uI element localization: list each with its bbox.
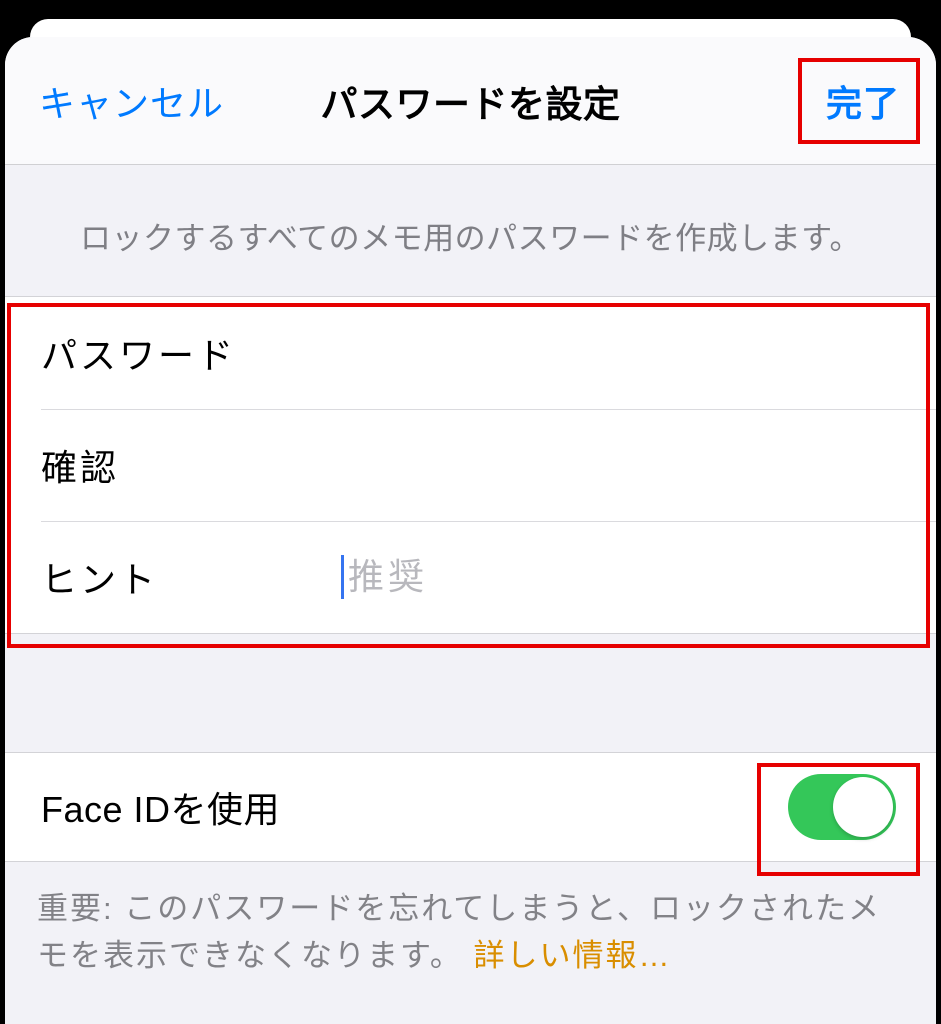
password-form: パスワード 確認 ヒント <box>5 296 936 634</box>
footer-note: 重要: このパスワードを忘れてしまうと、ロックされたメモを表示できなくなります。… <box>5 862 936 979</box>
cancel-button[interactable]: キャンセル <box>39 75 224 127</box>
hint-label: ヒント <box>41 551 341 603</box>
verify-input[interactable] <box>341 444 900 486</box>
faceid-label: Face IDを使用 <box>41 781 280 833</box>
section-description: ロックするすべてのメモ用のパスワードを作成します。 <box>5 165 936 296</box>
faceid-toggle[interactable] <box>788 774 896 840</box>
hint-input[interactable] <box>348 556 900 598</box>
password-input[interactable] <box>341 332 900 374</box>
navbar: キャンセル パスワードを設定 完了 <box>5 37 936 165</box>
hint-row[interactable]: ヒント <box>5 521 936 633</box>
password-label: パスワード <box>41 327 341 379</box>
faceid-row: Face IDを使用 <box>5 753 936 861</box>
footer-text: 重要: このパスワードを忘れてしまうと、ロックされたメモを表示できなくなります。 <box>37 891 881 973</box>
set-password-sheet: キャンセル パスワードを設定 完了 ロックするすべてのメモ用のパスワードを作成し… <box>5 37 936 1024</box>
more-info-link[interactable]: 詳しい情報… <box>474 938 672 973</box>
faceid-group: Face IDを使用 <box>5 752 936 862</box>
password-row[interactable]: パスワード <box>5 297 936 409</box>
done-button[interactable]: 完了 <box>808 69 918 133</box>
navbar-title: パスワードを設定 <box>321 74 621 128</box>
toggle-knob <box>833 777 893 837</box>
verify-row[interactable]: 確認 <box>5 409 936 521</box>
text-caret <box>341 555 344 599</box>
verify-label: 確認 <box>41 439 341 491</box>
